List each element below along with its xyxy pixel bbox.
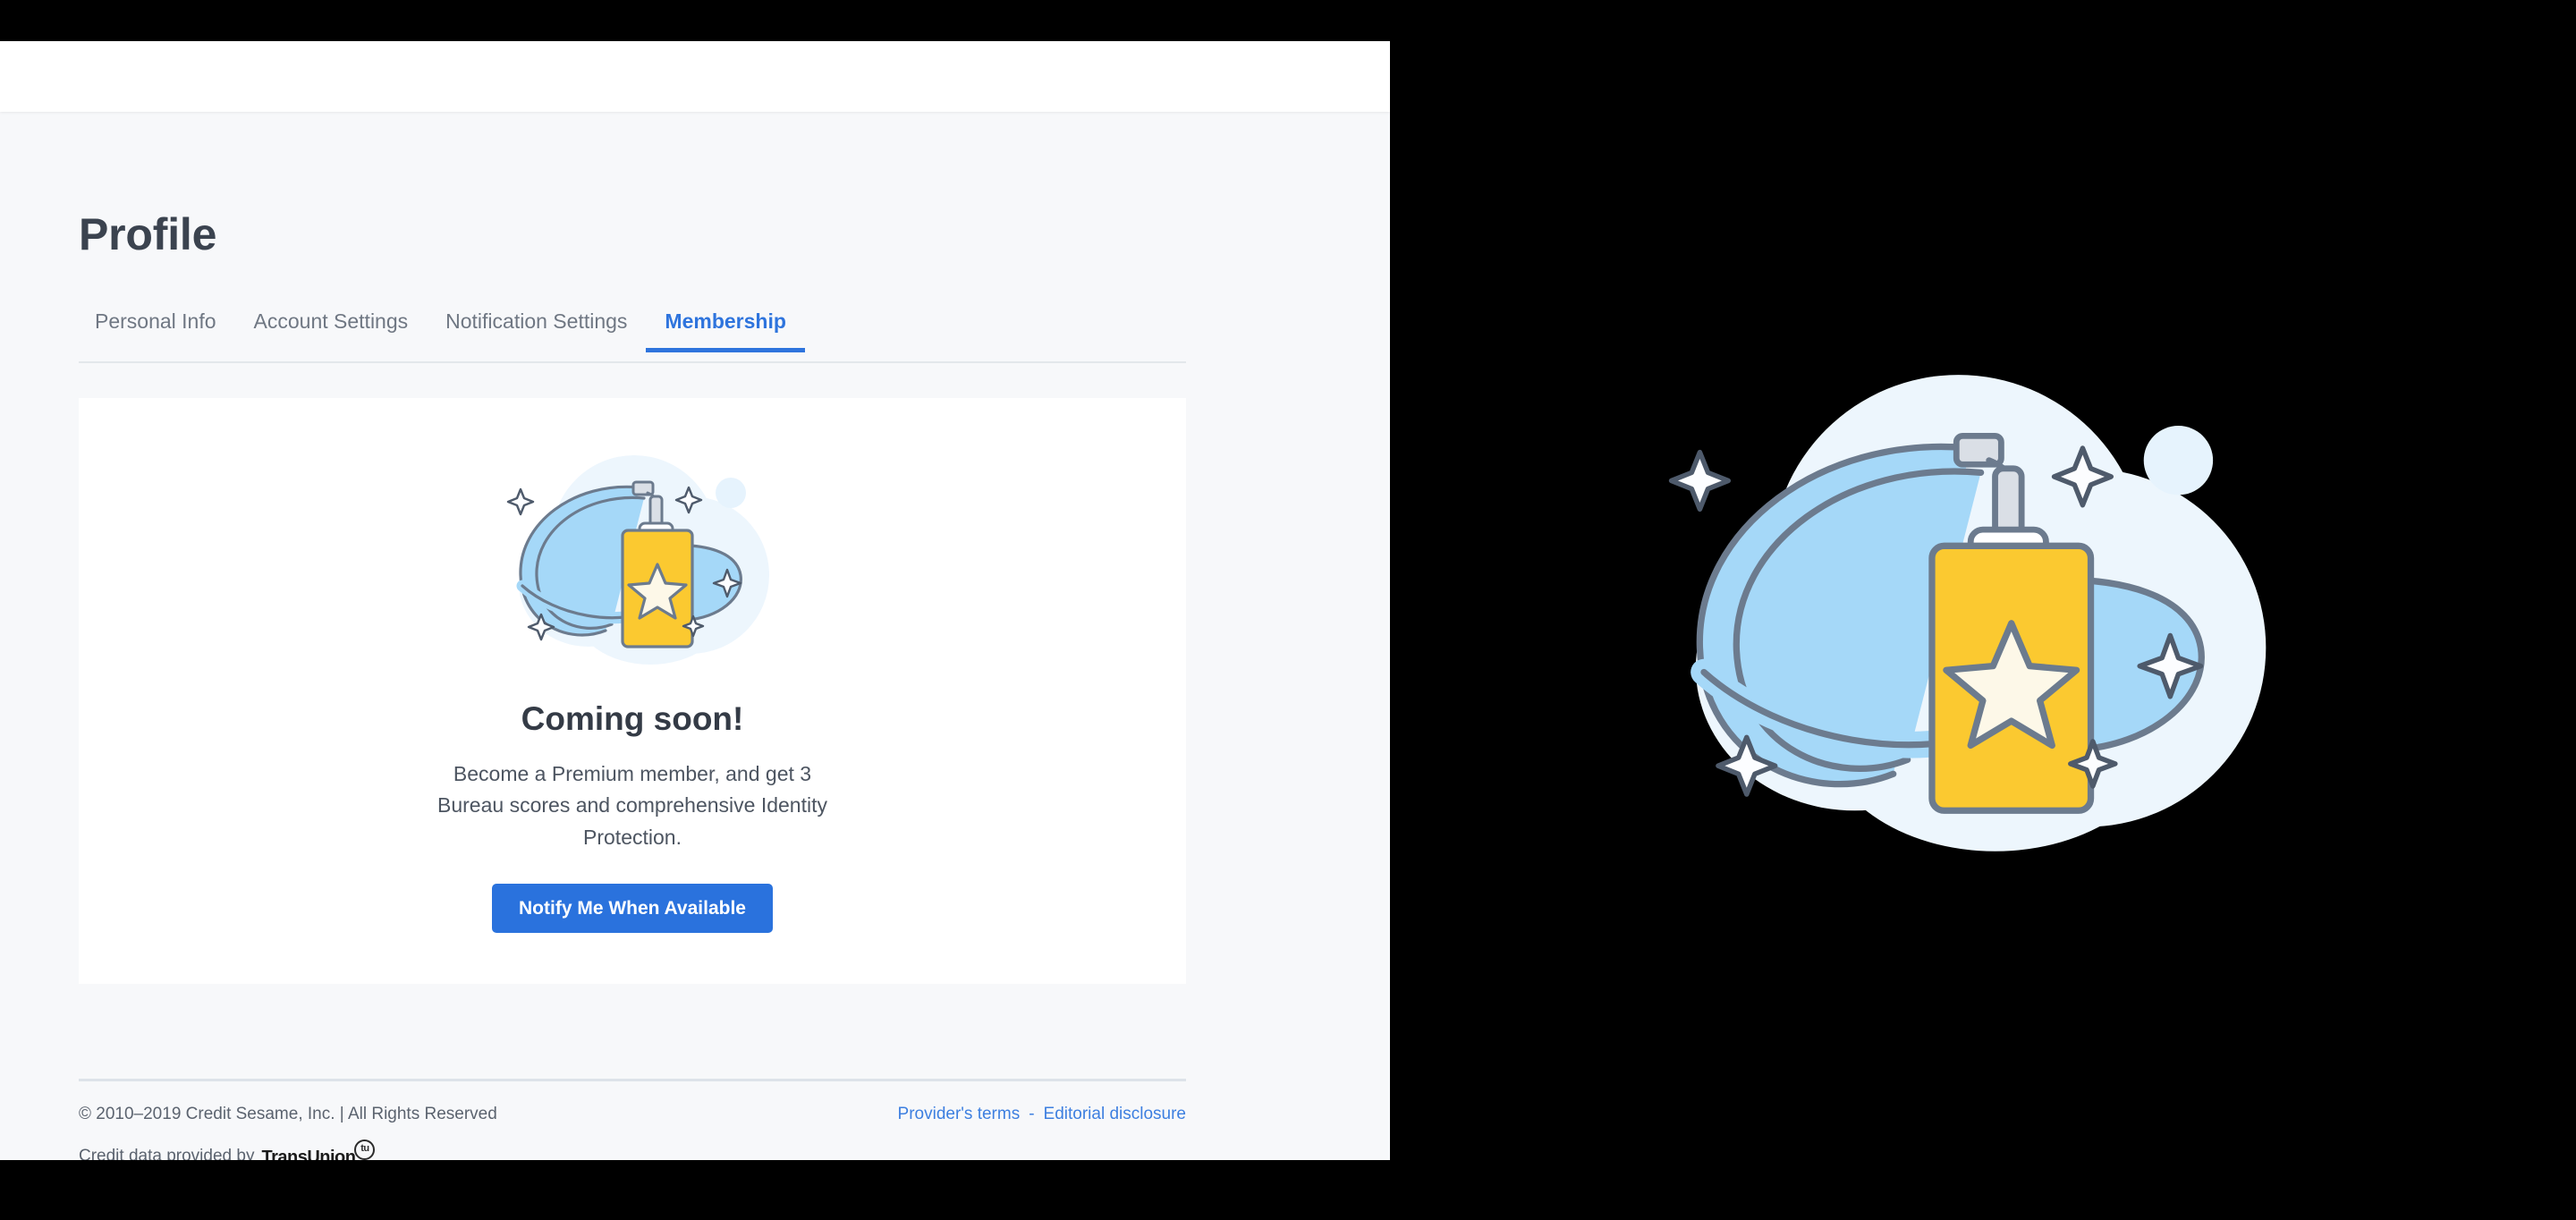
- app-viewport: Profile Personal Info Account Settings N…: [0, 41, 1390, 1160]
- premium-badge-illustration-large: [1668, 375, 2267, 851]
- coming-soon-description: Become a Premium member, and get 3 Burea…: [437, 761, 827, 849]
- editorial-disclosure-link[interactable]: Editorial disclosure: [1044, 1105, 1186, 1124]
- deco-circle-right: [2143, 426, 2214, 496]
- tab-label: Account Settings: [253, 309, 409, 333]
- tab-label: Membership: [665, 309, 786, 333]
- tab-account-settings[interactable]: Account Settings: [235, 311, 428, 351]
- tab-personal-info[interactable]: Personal Info: [79, 311, 235, 351]
- footer-left: © 2010–2019 Credit Sesame, Inc. | All Ri…: [79, 1105, 497, 1160]
- membership-card: Coming soon! Become a Premium member, an…: [79, 398, 1186, 984]
- copyright-text: © 2010–2019 Credit Sesame, Inc. | All Ri…: [79, 1105, 497, 1123]
- footer-link-separator: -: [1029, 1105, 1035, 1123]
- transunion-wordmark: TransUnion: [261, 1147, 356, 1160]
- transunion-registered-mark: .: [374, 1152, 377, 1160]
- tab-notification-settings[interactable]: Notification Settings: [427, 311, 646, 351]
- profile-tabs: Personal Info Account Settings Notificat…: [79, 311, 1186, 363]
- content-column: Profile Personal Info Account Settings N…: [79, 112, 1186, 1160]
- page-title: Profile: [79, 209, 217, 259]
- transunion-tu-mark-icon: tu: [354, 1139, 376, 1160]
- tab-membership[interactable]: Membership: [646, 309, 806, 352]
- premium-badge-illustration: [506, 455, 769, 665]
- app-header-bar: [0, 41, 1390, 112]
- deco-circle-right: [716, 478, 746, 508]
- provider-terms-link[interactable]: Provider's terms: [898, 1105, 1021, 1124]
- credit-data-label: Credit data provided by: [79, 1147, 255, 1160]
- notify-me-when-available-button[interactable]: Notify Me When Available: [492, 884, 773, 934]
- tab-label: Personal Info: [95, 309, 216, 333]
- tab-label: Notification Settings: [445, 309, 628, 333]
- page-footer: © 2010–2019 Credit Sesame, Inc. | All Ri…: [79, 1079, 1186, 1160]
- credit-data-line: Credit data provided by TransUnion tu .: [79, 1139, 497, 1160]
- transunion-logo: TransUnion tu .: [261, 1139, 378, 1160]
- coming-soon-heading: Coming soon!: [521, 700, 744, 737]
- footer-links: Provider's terms - Editorial disclosure: [898, 1105, 1186, 1124]
